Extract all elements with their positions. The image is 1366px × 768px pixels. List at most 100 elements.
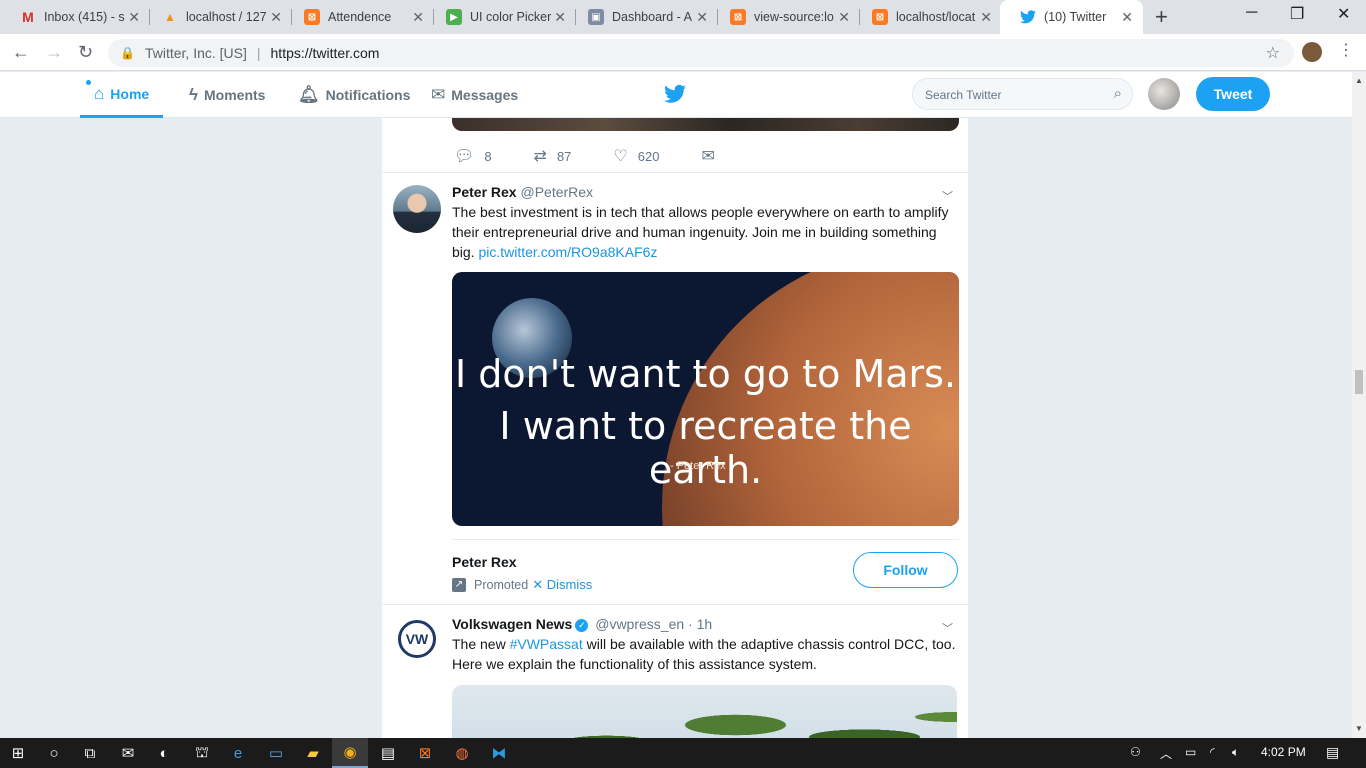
reload-icon[interactable]: ↻ — [78, 42, 93, 63]
close-tab-icon[interactable]: ✕ — [1121, 9, 1133, 26]
windows-start-icon[interactable]: ⊞ — [0, 738, 36, 768]
follow-button[interactable]: Follow — [853, 552, 958, 588]
xampp-icon[interactable]: ⊠ — [407, 738, 443, 768]
tweet-divider — [382, 172, 968, 173]
like-button[interactable]: ♡ 620 — [613, 146, 659, 166]
tweet-button[interactable]: Tweet — [1196, 77, 1270, 111]
nav-messages[interactable]: ✉ Messages — [431, 72, 518, 118]
search-input[interactable]: Search Twitter ⌕ — [912, 78, 1133, 110]
search-placeholder: Search Twitter — [925, 88, 1002, 102]
tweet-author-handle[interactable]: @PeterRex — [520, 184, 593, 200]
chevron-up-icon[interactable]: ︿ — [1160, 745, 1172, 762]
store-icon[interactable]: ⛫ — [184, 738, 220, 768]
browser-toolbar: ← → ↻ 🔒 Twitter, Inc. [US] | https://twi… — [0, 34, 1366, 71]
tweet-author-handle[interactable]: @vwpress_en — [595, 616, 684, 632]
tab-dashboard[interactable]: ▣ Dashboard - A ✕ — [568, 0, 718, 34]
photos-icon[interactable]: ◐ — [146, 738, 182, 768]
chrome-profile-avatar[interactable] — [1302, 42, 1322, 62]
mail-icon[interactable]: ✉ — [110, 738, 146, 768]
close-tab-icon[interactable]: ✕ — [838, 9, 850, 26]
user-avatar[interactable] — [1148, 78, 1180, 110]
nav-moments[interactable]: ϟ Moments — [189, 72, 265, 118]
tab-attendence[interactable]: ⊠ Attendence ✕ — [284, 0, 434, 34]
promoted-account-name[interactable]: Peter Rex — [452, 554, 517, 570]
trees-image — [542, 693, 957, 738]
action-center-icon[interactable]: ▤ — [1326, 744, 1339, 761]
envelope-icon: ✉ — [431, 85, 446, 104]
lightning-icon: ϟ — [189, 85, 198, 104]
page-scrollbar[interactable]: ▲ ▼ — [1352, 72, 1366, 738]
tweet-timestamp[interactable]: · 1h — [688, 616, 712, 632]
envelope-icon: ✉ — [701, 148, 715, 165]
search-circle-icon[interactable]: ○ — [36, 738, 72, 768]
scroll-thumb[interactable] — [1355, 370, 1363, 394]
tab-strip: M Inbox (415) - s ✕ ▲ localhost / 127 ✕ … — [0, 0, 1366, 34]
close-tab-icon[interactable]: ✕ — [412, 9, 424, 26]
firefox-icon[interactable]: ◍ — [444, 738, 480, 768]
tab-view-source[interactable]: ⊠ view-source:lo ✕ — [710, 0, 860, 34]
wifi-icon[interactable]: ◜ — [1210, 745, 1215, 759]
tweet-image[interactable]: I don't want to go to Mars. I want to re… — [452, 272, 959, 526]
peter-rex-avatar[interactable] — [393, 185, 441, 233]
hashtag-link[interactable]: #VWPassat — [510, 636, 583, 652]
tab-localhost[interactable]: ⊠ localhost/locat ✕ — [852, 0, 1002, 34]
search-icon[interactable]: ⌕ — [1114, 85, 1122, 102]
dismiss-link[interactable]: ✕ Dismiss — [532, 577, 592, 593]
tweet-media[interactable] — [452, 685, 957, 738]
nav-notifications-label: Notifications — [325, 87, 411, 103]
scroll-up-icon[interactable]: ▲ — [1355, 76, 1363, 85]
phpmyadmin-icon: ▲ — [164, 10, 176, 24]
task-view-icon[interactable]: ⧉ — [72, 738, 108, 768]
nav-notifications[interactable]: 🔔︎ Notifications — [298, 72, 410, 118]
tweet-body: The new — [452, 636, 510, 652]
tab-title: Inbox (415) - s — [44, 10, 125, 24]
volkswagen-avatar[interactable]: VW — [398, 620, 436, 658]
tab-twitter[interactable]: (10) Twitter ✕ — [1000, 0, 1143, 34]
computer-icon[interactable]: ▭ — [258, 738, 294, 768]
close-tab-icon[interactable]: ✕ — [128, 9, 140, 26]
vscode-icon[interactable]: ⧓ — [481, 738, 517, 768]
tweet-text: The new #VWPassat will be available with… — [452, 634, 957, 674]
back-icon[interactable]: ← — [12, 42, 30, 63]
nav-moments-label: Moments — [204, 87, 266, 103]
tweet-header: Volkswagen News ✓ @vwpress_en · 1h — [452, 616, 712, 632]
close-tab-icon[interactable]: ✕ — [554, 9, 566, 26]
tab-title: UI color Picker — [470, 10, 552, 24]
twitter-bird-icon[interactable] — [664, 84, 686, 104]
close-tab-icon[interactable]: ✕ — [980, 9, 992, 26]
volume-icon[interactable]: 🔈︎ — [1232, 745, 1239, 760]
bookmark-star-icon[interactable]: ☆ — [1266, 43, 1280, 63]
folder-icon[interactable]: ▰ — [295, 738, 331, 768]
forward-icon[interactable]: → — [45, 42, 63, 63]
chrome-icon[interactable]: ◉ — [332, 738, 368, 768]
tab-title: localhost / 127 — [186, 10, 267, 24]
close-window-icon[interactable]: ✕ — [1337, 4, 1350, 24]
chrome-menu-icon[interactable]: ⋮ — [1338, 40, 1354, 60]
new-tab-icon[interactable]: + — [1155, 4, 1168, 30]
dm-button[interactable]: ✉ — [701, 146, 724, 166]
battery-icon[interactable]: ▭ — [1185, 745, 1196, 759]
cmd-icon[interactable]: ▤ — [370, 738, 406, 768]
clock[interactable]: 4:02 PM — [1261, 745, 1306, 759]
retweet-button[interactable]: ⇄ 87 — [534, 146, 572, 166]
reply-button[interactable]: 💬︎ 8 — [454, 146, 492, 166]
nav-home[interactable]: ⌂ Home — [80, 72, 164, 118]
tab-gmail[interactable]: M Inbox (415) - s ✕ — [0, 0, 150, 34]
timeline: 💬︎ 8 ⇄ 87 ♡ 620 ✉ Peter Rex @PeterRex ﹀ The… — [381, 118, 969, 738]
tweet-author-name[interactable]: Volkswagen News — [452, 616, 572, 632]
tab-phpmyadmin[interactable]: ▲ localhost / 127 ✕ — [142, 0, 292, 34]
address-bar[interactable]: 🔒 Twitter, Inc. [US] | https://twitter.c… — [108, 39, 1294, 67]
minimize-icon[interactable]: ─ — [1246, 4, 1257, 22]
tweet-pic-link[interactable]: pic.twitter.com/RO9a8KAF6z — [478, 244, 657, 260]
people-icon[interactable]: ⚇ — [1130, 745, 1141, 759]
edge-icon[interactable]: e — [220, 738, 256, 768]
close-tab-icon[interactable]: ✕ — [270, 9, 282, 26]
tweet-author-name[interactable]: Peter Rex — [452, 184, 517, 200]
heart-icon: ♡ — [613, 148, 628, 165]
previous-tweet-media[interactable] — [452, 118, 959, 131]
tab-color-picker[interactable]: ▶ UI color Picker ✕ — [426, 0, 576, 34]
scroll-down-icon[interactable]: ▼ — [1355, 724, 1363, 733]
reply-count: 8 — [484, 148, 492, 164]
restore-icon[interactable]: ❐ — [1290, 4, 1304, 24]
close-tab-icon[interactable]: ✕ — [696, 9, 708, 26]
